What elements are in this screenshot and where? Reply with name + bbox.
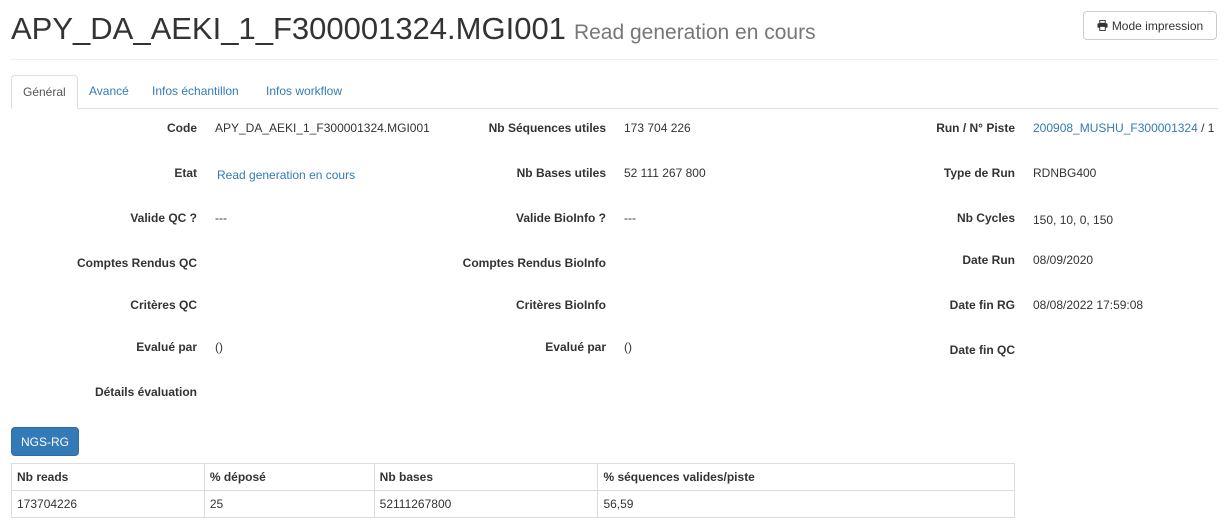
cell-nb-reads: 173704226 [11,490,205,518]
nb-sequences-label: Nb Séquences utiles [488,121,606,135]
tab-infos-workflow[interactable]: Infos workflow [255,75,353,108]
tab-general[interactable]: Général [11,75,78,109]
header-nb-reads: Nb reads [11,463,205,491]
valide-qc-value: --- [215,211,227,225]
criteres-bioinfo-label: Critères BioInfo [515,298,606,312]
header-pct-sequences-valides: % séquences valides/piste [597,463,1015,491]
evalue-par-bioinfo-label: Evalué par [545,340,606,354]
header-nb-bases: Nb bases [373,463,599,491]
tab-avance[interactable]: Avancé [78,75,140,108]
valide-bioinfo-value: --- [624,211,636,225]
date-fin-rg-value: 08/08/2022 17:59:08 [1033,298,1144,312]
page-header: APY_DA_AEKI_1_F300001324.MGI001 Read gene… [0,0,1228,60]
etat-label: Etat [174,166,197,180]
evalue-par-qc-value: () [215,340,223,354]
ngs-rg-button[interactable]: NGS-RG [11,427,79,456]
nb-bases-label: Nb Bases utiles [516,166,606,180]
nb-sequences-value: 173 704 226 [624,121,691,135]
date-fin-rg-label: Date fin RG [949,298,1015,312]
ngs-rg-table: Nb reads % déposé Nb bases % séquences v… [11,463,1015,518]
run-piste-number: / 1 [1197,121,1215,135]
type-run-value: RDNBG400 [1033,166,1097,180]
nb-cycles-value: 150, 10, 0, 150 [1033,213,1114,227]
header-divider [11,59,1218,60]
page-title: APY_DA_AEKI_1_F300001324.MGI001 Read gene… [11,10,816,52]
code-value: APY_DA_AEKI_1_F300001324.MGI001 [215,121,430,135]
valide-qc-label: Valide QC ? [130,211,197,225]
tab-bar: Général Avancé Infos échantillon Infos w… [11,75,1218,109]
evalue-par-qc-label: Evalué par [136,340,197,354]
evalue-par-bioinfo-value: () [624,340,632,354]
tab-infos-echantillon[interactable]: Infos échantillon [141,75,250,108]
printer-icon [1097,20,1108,31]
print-mode-button[interactable]: Mode impression [1083,11,1217,40]
details-evaluation-label: Détails évaluation [94,385,197,399]
cell-pct-sequences-valides: 56,59 [597,490,1015,518]
run-piste-value: 200908_MUSHU_F300001324 / 1 [1033,121,1214,135]
criteres-qc-label: Critères QC [130,298,197,312]
run-link[interactable]: 200908_MUSHU_F300001324 [1033,121,1198,135]
etat-link[interactable]: Read generation en cours [217,168,355,182]
comptes-rendus-qc-label: Comptes Rendus QC [76,256,197,270]
table-row: 173704226 25 52111267800 56,59 [11,490,1015,518]
type-run-label: Type de Run [943,166,1015,180]
header-pct-depose: % déposé [203,463,375,491]
cell-pct-depose: 25 [203,490,375,518]
nb-bases-value: 52 111 267 800 [624,166,706,180]
date-fin-qc-label: Date fin QC [949,343,1015,357]
date-run-value: 08/09/2020 [1033,253,1094,267]
page-subtitle: Read generation en cours [573,21,816,44]
print-mode-label: Mode impression [1111,18,1204,33]
comptes-rendus-bioinfo-label: Comptes Rendus BioInfo [462,256,606,270]
valide-bioinfo-label: Valide BioInfo ? [515,211,606,225]
run-piste-label: Run / N° Piste [936,121,1015,135]
date-run-label: Date Run [962,253,1015,267]
readset-code-title: APY_DA_AEKI_1_F300001324.MGI001 [11,11,566,46]
table-header-row: Nb reads % déposé Nb bases % séquences v… [11,463,1015,491]
cell-nb-bases: 52111267800 [373,490,599,518]
code-label: Code [167,121,197,135]
nb-cycles-label: Nb Cycles [956,211,1015,225]
